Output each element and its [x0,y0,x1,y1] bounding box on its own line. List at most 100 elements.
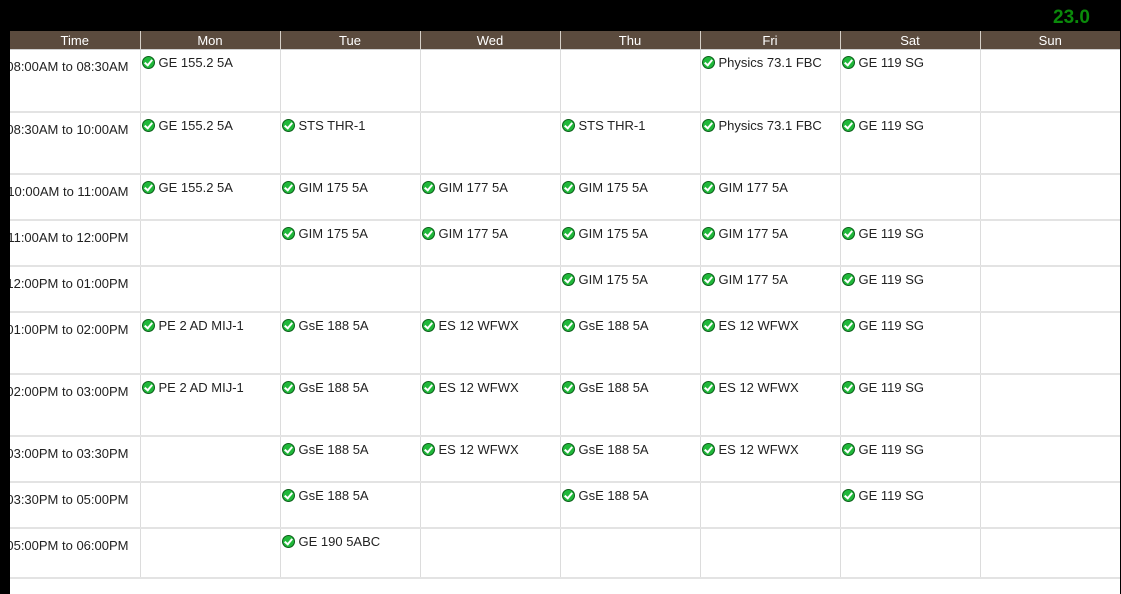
class-entry[interactable]: GsE 188 5A [281,483,420,503]
schedule-cell-sun [979,111,1120,175]
class-entry[interactable]: STS THR-1 [561,113,700,133]
time-slot-label: 12:00PM to 01:00PM [10,275,129,291]
schedule-cell-fri[interactable]: Physics 73.1 FBC [699,111,840,175]
class-entry[interactable]: Physics 73.1 FBC [701,50,840,70]
time-slot-cell: 08:00AM to 08:30AM [10,49,140,113]
schedule-cell-sat[interactable]: GE 119 SG [839,219,980,267]
schedule-cell-sat[interactable]: GE 119 SG [839,311,980,375]
schedule-cell-wed[interactable]: GIM 177 5A [419,219,560,267]
schedule-cell-sat[interactable]: GE 119 SG [839,373,980,437]
class-entry[interactable]: GsE 188 5A [561,313,700,333]
schedule-cell-mon[interactable]: GE 155.2 5A [139,111,280,175]
class-entry[interactable]: GIM 177 5A [701,175,840,195]
class-entry[interactable]: ES 12 WFWX [421,375,560,395]
check-circle-icon [841,380,855,394]
class-entry[interactable]: GIM 177 5A [421,221,560,241]
class-entry[interactable]: GsE 188 5A [281,437,420,457]
class-entry[interactable]: GIM 175 5A [561,221,700,241]
class-label: Physics 73.1 FBC [718,55,822,70]
class-entry[interactable]: GE 119 SG [841,267,980,287]
class-entry[interactable]: GsE 188 5A [561,437,700,457]
schedule-cell-fri[interactable]: GIM 177 5A [699,265,840,313]
class-entry[interactable]: ES 12 WFWX [421,437,560,457]
time-slot-label: 11:00AM to 12:00PM [10,229,129,245]
class-entry[interactable]: GE 155.2 5A [141,113,280,133]
class-entry[interactable]: GE 155.2 5A [141,50,280,70]
schedule-cell-tue[interactable]: GE 190 5ABC [279,527,420,579]
schedule-cell-tue[interactable]: GIM 175 5A [279,219,420,267]
schedule-cell-fri[interactable]: ES 12 WFWX [699,373,840,437]
class-label: GE 119 SG [858,117,925,133]
schedule-cell-fri[interactable]: Physics 73.1 FBC [699,49,840,113]
schedule-cell-thu[interactable]: STS THR-1 [559,111,700,175]
schedule-cell-wed[interactable]: GIM 177 5A [419,173,560,221]
schedule-cell-wed[interactable]: ES 12 WFWX [419,373,560,437]
time-row: 10:00AM to 11:00AM GE 155.2 5A GIM 175 5A G… [10,173,1120,221]
class-entry[interactable]: GIM 175 5A [281,221,420,241]
schedule-cell-tue[interactable]: GsE 188 5A [279,435,420,483]
schedule-cell-tue[interactable]: GsE 188 5A [279,311,420,375]
class-entry[interactable]: GsE 188 5A [281,375,420,395]
schedule-cell-sat[interactable]: GE 119 SG [839,481,980,529]
time-slot-label: 03:30PM to 05:00PM [10,491,129,507]
time-row: 05:00PM to 06:00PM GE 190 5ABC [10,527,1120,579]
schedule-cell-sun [979,527,1120,579]
schedule-cell-mon[interactable]: PE 2 AD MIJ-1 [139,373,280,437]
schedule-cell-sat[interactable]: GE 119 SG [839,265,980,313]
schedule-cell-thu[interactable]: GIM 175 5A [559,173,700,221]
schedule-cell-tue[interactable]: GIM 175 5A [279,173,420,221]
class-entry[interactable]: ES 12 WFWX [421,313,560,333]
class-entry[interactable]: GIM 175 5A [281,175,420,195]
schedule-cell-tue[interactable]: GsE 188 5A [279,481,420,529]
class-entry[interactable]: GE 119 SG [841,221,980,241]
class-entry[interactable]: GE 119 SG [841,437,980,457]
class-entry[interactable]: ES 12 WFWX [701,375,840,395]
schedule-cell-thu[interactable]: GsE 188 5A [559,435,700,483]
class-entry[interactable]: Physics 73.1 FBC [701,113,840,133]
schedule-cell-fri[interactable]: GIM 177 5A [699,173,840,221]
schedule-cell-thu[interactable]: GIM 175 5A [559,265,700,313]
schedule-cell-mon[interactable]: PE 2 AD MIJ-1 [139,311,280,375]
check-circle-icon [281,534,295,548]
schedule-cell-sat[interactable]: GE 119 SG [839,49,980,113]
schedule-cell-tue[interactable]: STS THR-1 [279,111,420,175]
class-entry[interactable]: GE 119 SG [841,313,980,333]
schedule-cell-wed[interactable]: ES 12 WFWX [419,435,560,483]
schedule-cell-sat[interactable]: GE 119 SG [839,111,980,175]
schedule-cell-wed[interactable]: ES 12 WFWX [419,311,560,375]
class-entry[interactable]: PE 2 AD MIJ-1 [141,313,280,333]
schedule-cell-thu[interactable]: GsE 188 5A [559,481,700,529]
class-entry[interactable]: GE 190 5ABC [281,529,420,549]
class-entry[interactable]: GIM 175 5A [561,267,700,287]
class-entry[interactable]: GsE 188 5A [281,313,420,333]
class-entry[interactable]: GE 119 SG [841,375,980,395]
schedule-cell-thu[interactable]: GIM 175 5A [559,219,700,267]
schedule-cell-mon[interactable]: GE 155.2 5A [139,173,280,221]
class-entry[interactable]: GE 155.2 5A [141,175,280,195]
schedule-cell-sun [979,49,1120,113]
class-entry[interactable]: GE 119 SG [841,483,980,503]
class-entry[interactable]: GIM 177 5A [701,221,840,241]
class-entry[interactable]: PE 2 AD MIJ-1 [141,375,280,395]
class-entry[interactable]: STS THR-1 [281,113,420,133]
class-entry[interactable]: GsE 188 5A [561,375,700,395]
class-label: GIM 177 5A [438,179,508,195]
schedule-cell-sat[interactable]: GE 119 SG [839,435,980,483]
schedule-cell-thu[interactable]: GsE 188 5A [559,311,700,375]
schedule-cell-fri[interactable]: GIM 177 5A [699,219,840,267]
schedule-cell-thu[interactable]: GsE 188 5A [559,373,700,437]
time-row: 08:00AM to 08:30AM GE 155.2 5A Physics 73.… [10,49,1120,113]
schedule-cell-tue[interactable]: GsE 188 5A [279,373,420,437]
schedule-cell-fri[interactable]: ES 12 WFWX [699,435,840,483]
schedule-cell-mon[interactable]: GE 155.2 5A [139,49,280,113]
class-entry[interactable]: GIM 177 5A [701,267,840,287]
class-entry[interactable]: GsE 188 5A [561,483,700,503]
class-entry[interactable]: GIM 177 5A [421,175,560,195]
class-entry[interactable]: ES 12 WFWX [701,437,840,457]
class-entry[interactable]: GE 119 SG [841,113,980,133]
time-slot-cell: 05:00PM to 06:00PM [10,527,140,579]
class-entry[interactable]: GE 119 SG [841,50,980,70]
schedule-cell-fri[interactable]: ES 12 WFWX [699,311,840,375]
class-entry[interactable]: ES 12 WFWX [701,313,840,333]
class-entry[interactable]: GIM 175 5A [561,175,700,195]
